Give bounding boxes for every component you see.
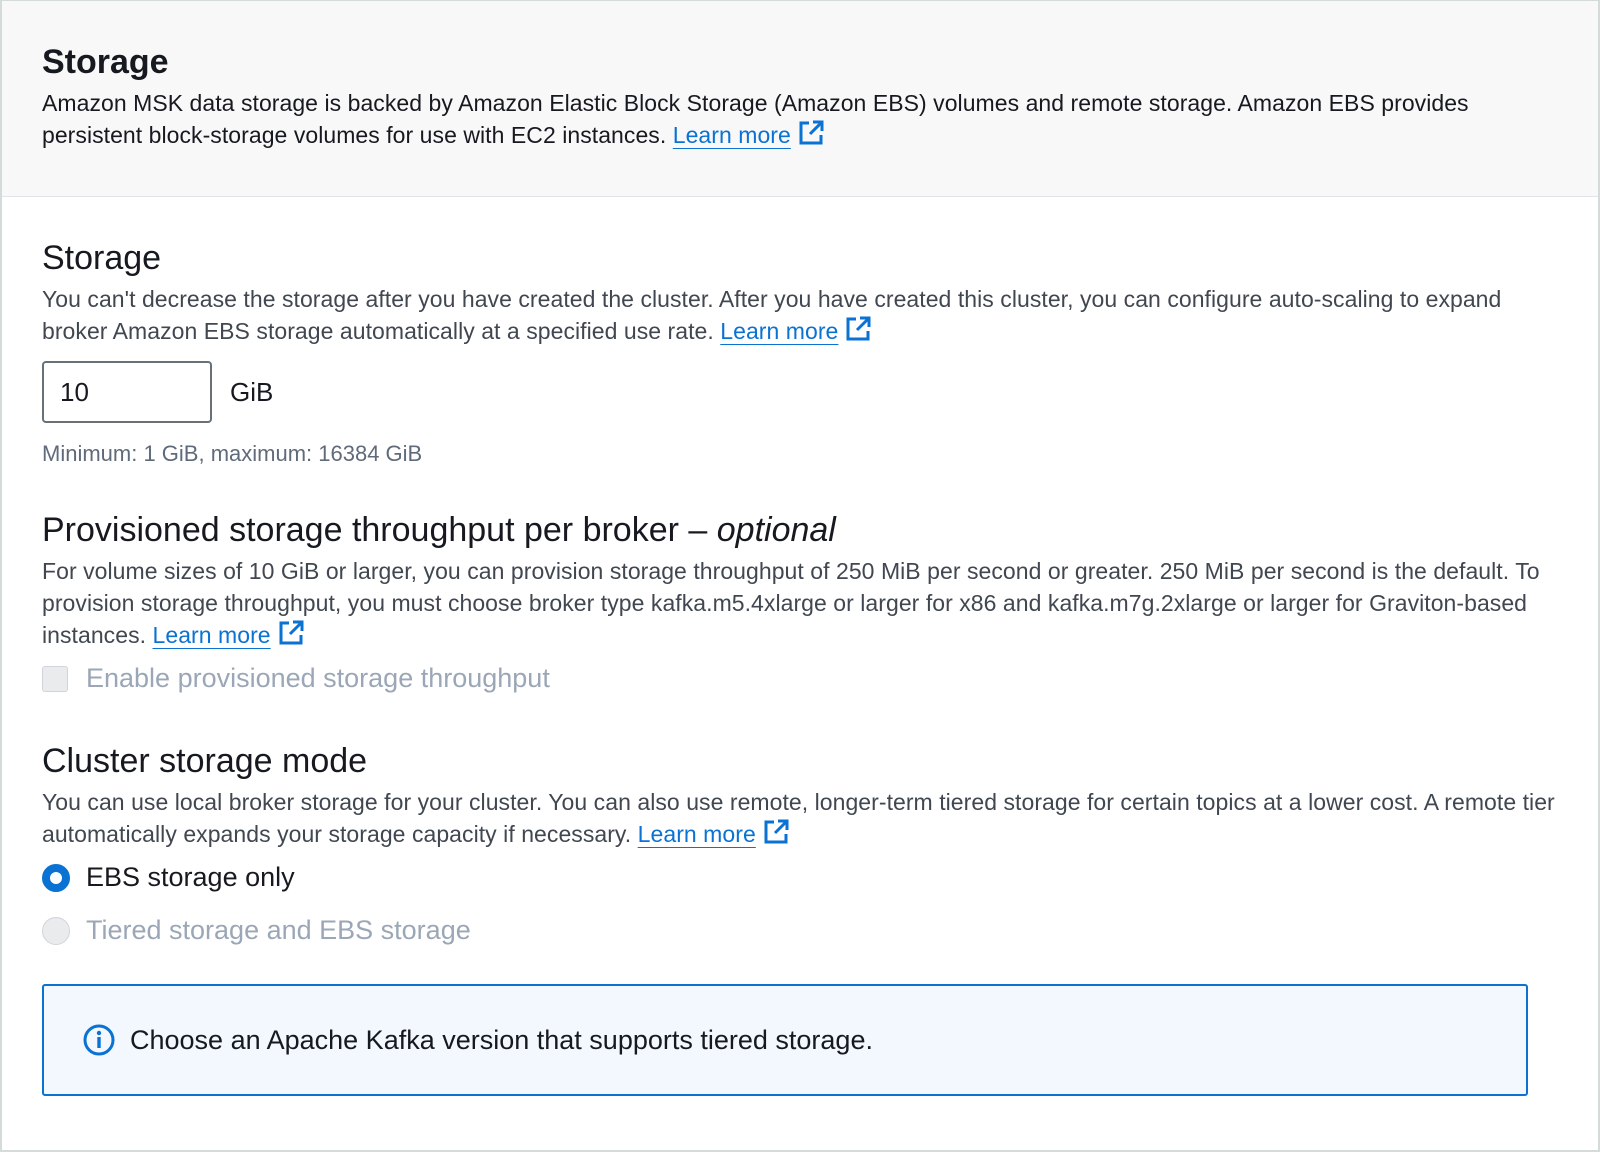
panel-description: Amazon MSK data storage is backed by Ama… — [42, 87, 1558, 151]
info-alert: Choose an Apache Kafka version that supp… — [42, 984, 1528, 1096]
cluster-mode-description-text: You can use local broker storage for you… — [42, 789, 1555, 847]
external-link-icon — [764, 819, 789, 844]
info-icon — [83, 1024, 115, 1056]
panel-body: Storage You can't decrease the storage a… — [2, 197, 1598, 1096]
storage-constraint-text: Minimum: 1 GiB, maximum: 16384 GiB — [42, 441, 423, 466]
storage-learn-more-link[interactable]: Learn more — [720, 316, 872, 344]
radio-ebs-only[interactable]: EBS storage only — [42, 862, 1558, 893]
external-link-icon — [279, 620, 304, 645]
panel-title: Storage — [42, 43, 169, 81]
throughput-description: For volume sizes of 10 GiB or larger, yo… — [42, 555, 1558, 651]
cluster-mode-description: You can use local broker storage for you… — [42, 786, 1558, 850]
storage-section-title: Storage — [42, 239, 162, 277]
external-link-icon — [799, 120, 824, 145]
throughput-checkbox-label: Enable provisioned storage throughput — [86, 663, 550, 693]
storage-unit-label: GiB — [230, 376, 274, 407]
throughput-checkbox[interactable] — [42, 665, 68, 692]
cluster-mode-learn-more-link[interactable]: Learn more — [637, 819, 790, 847]
throughput-title-text: Provisioned storage throughput per broke… — [42, 511, 717, 549]
radio-tiered-storage-label: Tiered storage and EBS storage — [86, 915, 471, 945]
cluster-mode-section-title: Cluster storage mode — [42, 742, 368, 780]
throughput-learn-more-link[interactable]: Learn more — [152, 620, 305, 648]
radio-button-disabled[interactable] — [42, 916, 70, 945]
header-learn-more-label: Learn more — [672, 122, 791, 148]
radio-ebs-only-label: EBS storage only — [86, 862, 295, 892]
throughput-learn-more-label: Learn more — [152, 622, 271, 648]
storage-input-row: GiB — [42, 361, 1558, 423]
cluster-mode-learn-more-label: Learn more — [637, 821, 756, 847]
storage-learn-more-label: Learn more — [720, 318, 839, 344]
radio-button-selected[interactable] — [42, 863, 70, 892]
radio-tiered-storage[interactable]: Tiered storage and EBS storage — [42, 915, 1558, 946]
throughput-checkbox-row[interactable]: Enable provisioned storage throughput — [42, 663, 1558, 694]
storage-description: You can't decrease the storage after you… — [42, 283, 1558, 347]
info-alert-text: Choose an Apache Kafka version that supp… — [130, 1024, 873, 1055]
throughput-optional-label: optional — [716, 511, 836, 549]
storage-size-input[interactable] — [42, 361, 212, 423]
throughput-section-title: Provisioned storage throughput per broke… — [42, 509, 1558, 551]
panel-header: Storage Amazon MSK data storage is backe… — [2, 1, 1598, 197]
external-link-icon — [846, 316, 871, 341]
header-learn-more-link[interactable]: Learn more — [672, 120, 825, 148]
storage-panel: Storage Amazon MSK data storage is backe… — [0, 0, 1600, 1152]
